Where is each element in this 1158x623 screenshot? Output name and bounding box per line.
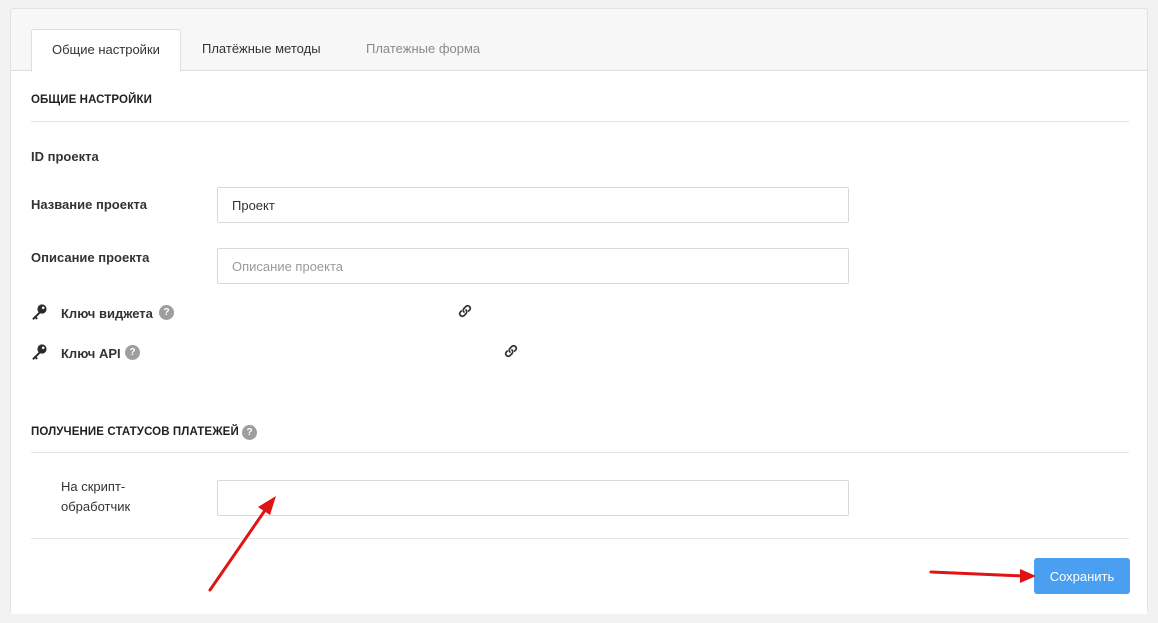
key-icon xyxy=(32,344,47,360)
save-button[interactable]: Сохранить xyxy=(1034,558,1130,594)
handler-script-label: На скрипт- обработчик xyxy=(61,477,130,517)
settings-panel: ОБЩИЕ НАСТРОЙКИ ID проекта Название прое… xyxy=(11,70,1147,614)
api-key-help-icon[interactable]: ? xyxy=(125,345,140,360)
general-divider xyxy=(31,121,1129,122)
handler-script-input[interactable] xyxy=(217,480,849,516)
statuses-divider xyxy=(31,452,1129,453)
widget-key-label: Ключ виджета xyxy=(61,306,153,321)
widget-key-link-icon[interactable] xyxy=(457,303,473,319)
tab-payment-form[interactable]: Платежные форма xyxy=(346,29,500,71)
footer-divider xyxy=(31,538,1129,539)
project-description-input[interactable] xyxy=(217,248,849,284)
api-key-label: Ключ API xyxy=(61,346,121,361)
api-key-link-icon[interactable] xyxy=(503,343,519,359)
project-name-label: Название проекта xyxy=(31,197,148,212)
project-id-label: ID проекта xyxy=(31,149,99,164)
handler-label-line2: обработчик xyxy=(61,499,131,514)
handler-label-line1: На скрипт- xyxy=(61,479,126,494)
tab-payment-methods[interactable]: Платёжные методы xyxy=(182,29,341,71)
statuses-section-title: ПОЛУЧЕНИЕ СТАТУСОВ ПЛАТЕЖЕЙ xyxy=(31,426,239,438)
key-icon xyxy=(32,304,47,320)
project-description-label: Описание проекта xyxy=(31,250,150,265)
tab-bar: Общие настройки Платёжные методы Платежн… xyxy=(11,9,1147,72)
widget-key-help-icon[interactable]: ? xyxy=(159,305,174,320)
settings-frame: Общие настройки Платёжные методы Платежн… xyxy=(10,8,1148,614)
tab-general-settings[interactable]: Общие настройки xyxy=(31,29,181,72)
project-name-input[interactable] xyxy=(217,187,849,223)
general-section-title: ОБЩИЕ НАСТРОЙКИ xyxy=(31,94,152,106)
statuses-help-icon[interactable]: ? xyxy=(242,425,257,440)
